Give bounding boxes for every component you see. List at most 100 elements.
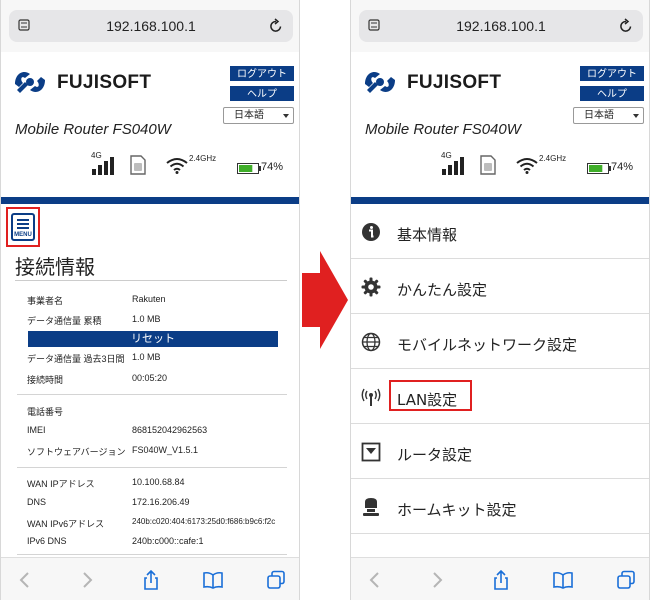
menu-item-mobile-network[interactable]: モバイルネットワーク設定	[351, 314, 649, 369]
menu-item-router-settings[interactable]: ルータ設定	[351, 424, 649, 479]
antenna-icon	[361, 388, 381, 406]
info-row-phone: 電話番号	[27, 405, 287, 419]
menu-item-label: 基本情報	[397, 226, 458, 244]
phone-screen-menu: 192.168.100.1 FUJISOFT ログアウト ヘルプ 日本語 Mob…	[350, 0, 650, 600]
header-divider	[1, 197, 299, 204]
forward-icon[interactable]	[427, 570, 447, 590]
router-header: FUJISOFT ログアウト ヘルプ 日本語 Mobile Router FS0…	[1, 52, 299, 197]
product-name: Mobile Router FS040W	[15, 121, 171, 138]
back-icon[interactable]	[365, 570, 385, 590]
row-label: データ通信量 過去3日間	[27, 354, 125, 364]
url-text: 192.168.100.1	[106, 18, 196, 34]
bookmarks-icon[interactable]	[553, 570, 573, 590]
menu-item-label: モバイルネットワーク設定	[397, 336, 578, 354]
info-icon	[362, 223, 380, 241]
row-label: データ通信量 累積	[27, 316, 102, 326]
row-value: 240b:c020:404:6173:25d0:f686:b9c6:f2c	[132, 517, 276, 526]
row-label: DNS	[27, 497, 47, 507]
row-label: WAN IPv6アドレス	[27, 519, 105, 529]
battery-icon	[237, 163, 261, 174]
logout-button[interactable]: ログアウト	[230, 66, 294, 81]
row-value: 1.0 MB	[132, 352, 161, 362]
tabs-icon[interactable]	[616, 570, 636, 590]
phone-screen-connection-info: 192.168.100.1 FUJISOFT ログアウト ヘルプ 日本語 Mob…	[0, 0, 300, 600]
caret-down-icon	[633, 114, 639, 118]
info-row-ipv6-dns: IPv6 DNS 240b:c000::cafe:1	[27, 536, 287, 550]
help-button[interactable]: ヘルプ	[580, 86, 644, 101]
info-row-dns: DNS 172.16.206.49	[27, 497, 287, 511]
bookmarks-icon[interactable]	[203, 570, 223, 590]
row-label: WAN IPアドレス	[27, 479, 95, 489]
sim-card-icon	[130, 155, 146, 175]
battery-percent: 74%	[261, 161, 284, 173]
reset-button[interactable]: リセット	[28, 331, 278, 347]
reload-icon[interactable]	[619, 18, 633, 34]
menu-item-label: ホームキット設定	[397, 501, 517, 519]
info-row-wan-ip: WAN IPアドレス 10.100.68.84	[27, 477, 287, 491]
menu-item-homekit-settings[interactable]: ホームキット設定	[351, 479, 649, 534]
info-row-wan-ipv6: WAN IPv6アドレス 240b:c020:404:6173:25d0:f68…	[27, 517, 287, 531]
signal-strength-icon	[92, 157, 114, 175]
row-label: IPv6 DNS	[27, 536, 67, 546]
menu-button[interactable]: MENU	[6, 207, 40, 247]
menu-item-lan-settings[interactable]: LAN設定	[351, 369, 649, 424]
browser-toolbar	[1, 557, 299, 600]
back-icon[interactable]	[15, 570, 35, 590]
info-row-data-total: データ通信量 累積 1.0 MB	[27, 314, 287, 328]
arrow-right-icon	[302, 251, 348, 349]
status-indicators: 4G 2.4GHz 74%	[1, 151, 299, 180]
battery-percent: 74%	[611, 161, 634, 173]
menu-line	[17, 223, 29, 225]
homekit-icon	[363, 498, 379, 516]
row-label: 事業者名	[27, 296, 64, 306]
sim-card-icon	[480, 155, 496, 175]
section-separator	[17, 394, 287, 395]
battery-icon	[587, 163, 611, 174]
router-header: FUJISOFT ログアウト ヘルプ 日本語 Mobile Router FS0…	[351, 52, 649, 197]
menu-line	[17, 227, 29, 229]
router-icon	[361, 442, 381, 462]
row-value: 240b:c000::cafe:1	[132, 536, 204, 546]
info-row-data-3days: データ通信量 過去3日間 1.0 MB	[27, 352, 287, 366]
gear-icon	[361, 277, 381, 297]
info-row-uptime: 接続時間 00:05:20	[27, 373, 287, 387]
brand-name: FUJISOFT	[407, 72, 502, 93]
menu-item-easy-setup[interactable]: かんたん設定	[351, 259, 649, 314]
row-label: IMEI	[27, 425, 46, 435]
menu-line	[17, 219, 29, 221]
wifi-icon	[166, 158, 188, 174]
url-text: 192.168.100.1	[456, 18, 546, 34]
row-label: 電話番号	[27, 407, 64, 417]
menu-icon: MENU	[11, 213, 35, 241]
language-value: 日本語	[584, 110, 614, 121]
wifi-band-label: 2.4GHz	[189, 154, 217, 163]
title-divider	[15, 280, 287, 281]
share-icon[interactable]	[141, 570, 161, 590]
url-field[interactable]: 192.168.100.1	[359, 10, 643, 42]
row-value: 10.100.68.84	[132, 477, 185, 487]
logout-button[interactable]: ログアウト	[580, 66, 644, 81]
row-value: 172.16.206.49	[132, 497, 190, 507]
header-divider	[351, 197, 649, 204]
share-icon[interactable]	[491, 570, 511, 590]
row-label: 接続時間	[27, 375, 64, 385]
row-value: Rakuten	[132, 294, 166, 304]
row-value: 868152042962563	[132, 425, 208, 435]
language-select[interactable]: 日本語	[223, 107, 294, 124]
language-select[interactable]: 日本語	[573, 107, 644, 124]
menu-item-label: ルータ設定	[397, 446, 473, 464]
forward-icon[interactable]	[77, 570, 97, 590]
status-indicators: 4G 2.4GHz 74%	[351, 151, 649, 180]
url-field[interactable]: 192.168.100.1	[9, 10, 293, 42]
menu-item-label: かんたん設定	[397, 281, 488, 299]
tabs-icon[interactable]	[266, 570, 286, 590]
wifi-icon	[516, 158, 538, 174]
menu-item-basic-info[interactable]: 基本情報	[351, 204, 649, 259]
row-value: 00:05:20	[132, 373, 168, 383]
wifi-band-label: 2.4GHz	[539, 154, 567, 163]
brand-name: FUJISOFT	[57, 72, 152, 93]
help-button[interactable]: ヘルプ	[230, 86, 294, 101]
section-separator	[17, 467, 287, 468]
reload-icon[interactable]	[269, 18, 283, 34]
info-row-carrier: 事業者名 Rakuten	[27, 294, 287, 308]
